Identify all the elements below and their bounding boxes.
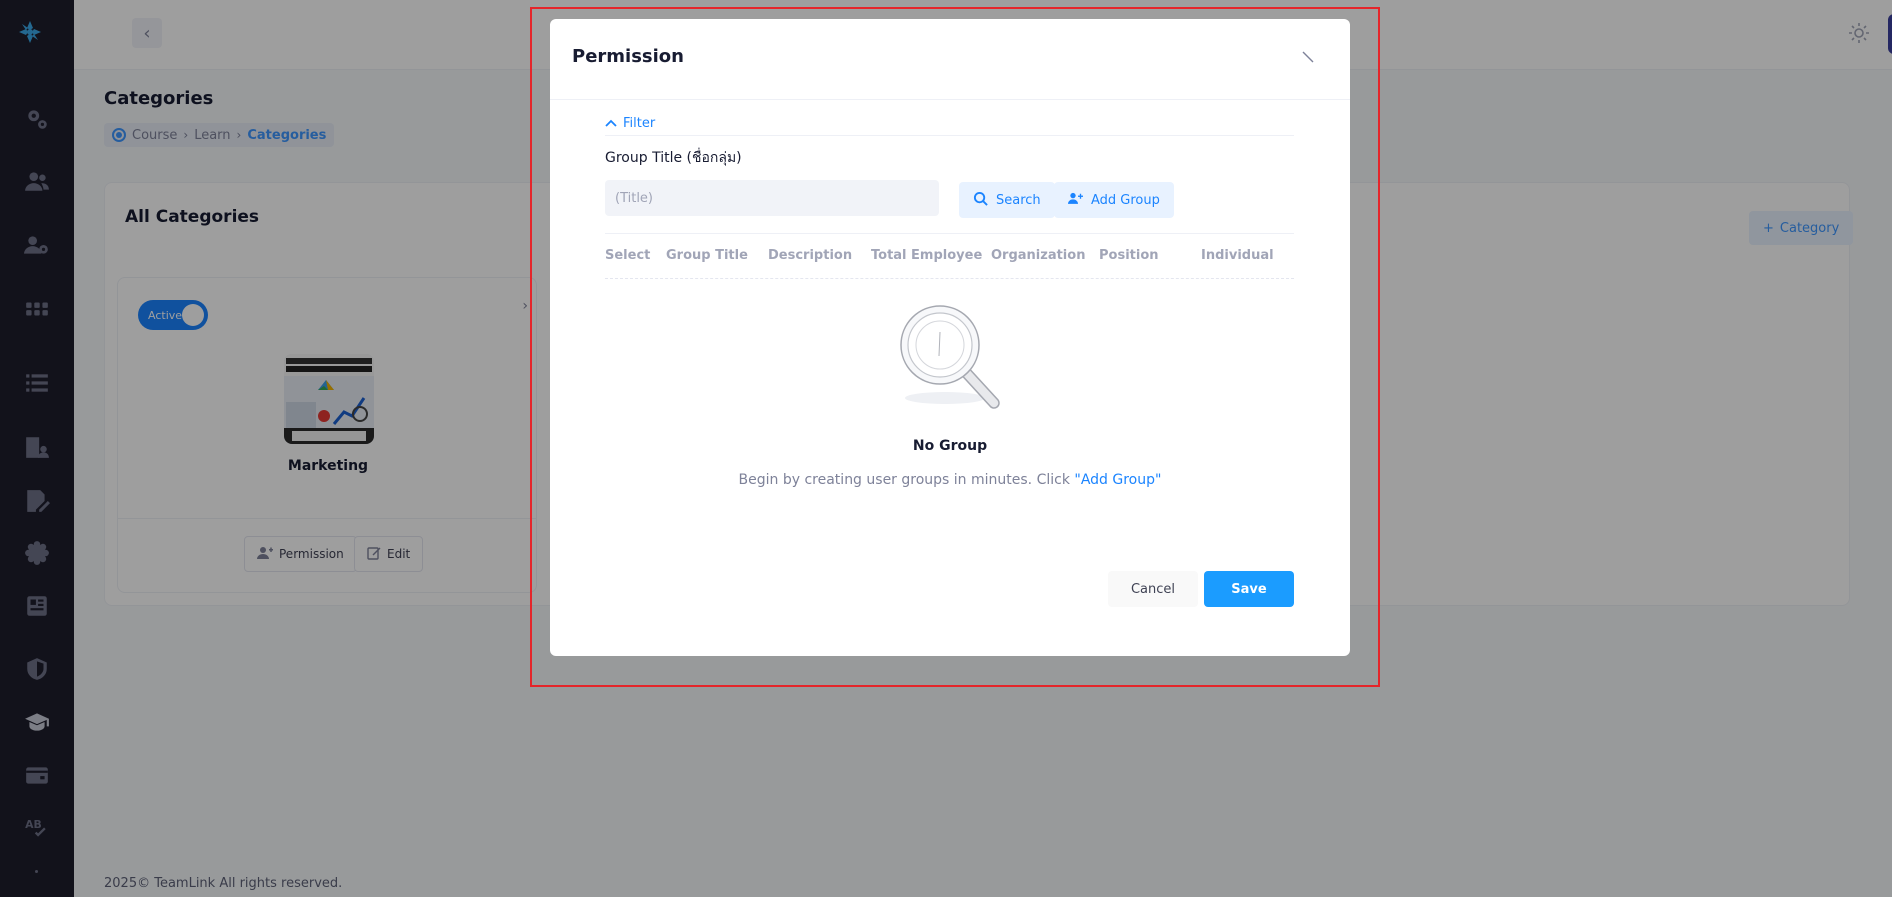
column-header-organization: Organization — [991, 248, 1086, 263]
add-group-button[interactable]: Add Group — [1054, 182, 1174, 218]
column-header-group-title: Group Title — [666, 248, 748, 263]
chevron-up-icon — [605, 116, 617, 131]
group-title-input[interactable] — [605, 180, 939, 216]
search-button[interactable]: Search — [959, 182, 1055, 218]
modal-header: Permission — [550, 19, 1350, 100]
column-header-select: Select — [605, 248, 651, 263]
empty-search-illustration — [895, 302, 1005, 414]
empty-state-text: Begin by creating user groups in minutes… — [550, 472, 1350, 488]
search-label: Search — [996, 192, 1041, 208]
column-header-total-employee: Total Employee — [871, 248, 983, 263]
add-group-label: Add Group — [1091, 192, 1160, 208]
save-button[interactable]: Save — [1204, 571, 1294, 607]
modal-title: Permission — [572, 46, 684, 67]
column-header-individual: Individual — [1201, 248, 1274, 263]
column-header-position: Position — [1099, 248, 1159, 263]
filter-toggle[interactable]: Filter — [605, 116, 655, 131]
filter-label: Filter — [623, 116, 656, 131]
search-icon — [973, 191, 988, 210]
close-icon[interactable] — [1300, 49, 1316, 65]
filter-divider — [605, 135, 1294, 136]
column-header-description: Description — [768, 248, 853, 263]
group-table-header: Select Group Title Description Total Emp… — [605, 233, 1294, 279]
cancel-button[interactable]: Cancel — [1108, 571, 1198, 607]
group-title-label: Group Title (ชื่อกลุ่ม) — [605, 150, 742, 166]
permission-modal: Permission Filter Group Title (ชื่อกลุ่ม… — [550, 19, 1350, 656]
add-group-link[interactable]: "Add Group" — [1074, 472, 1161, 488]
empty-state-message: Begin by creating user groups in minutes… — [738, 472, 1075, 488]
empty-state-title: No Group — [912, 438, 988, 454]
add-user-icon — [1068, 191, 1083, 210]
